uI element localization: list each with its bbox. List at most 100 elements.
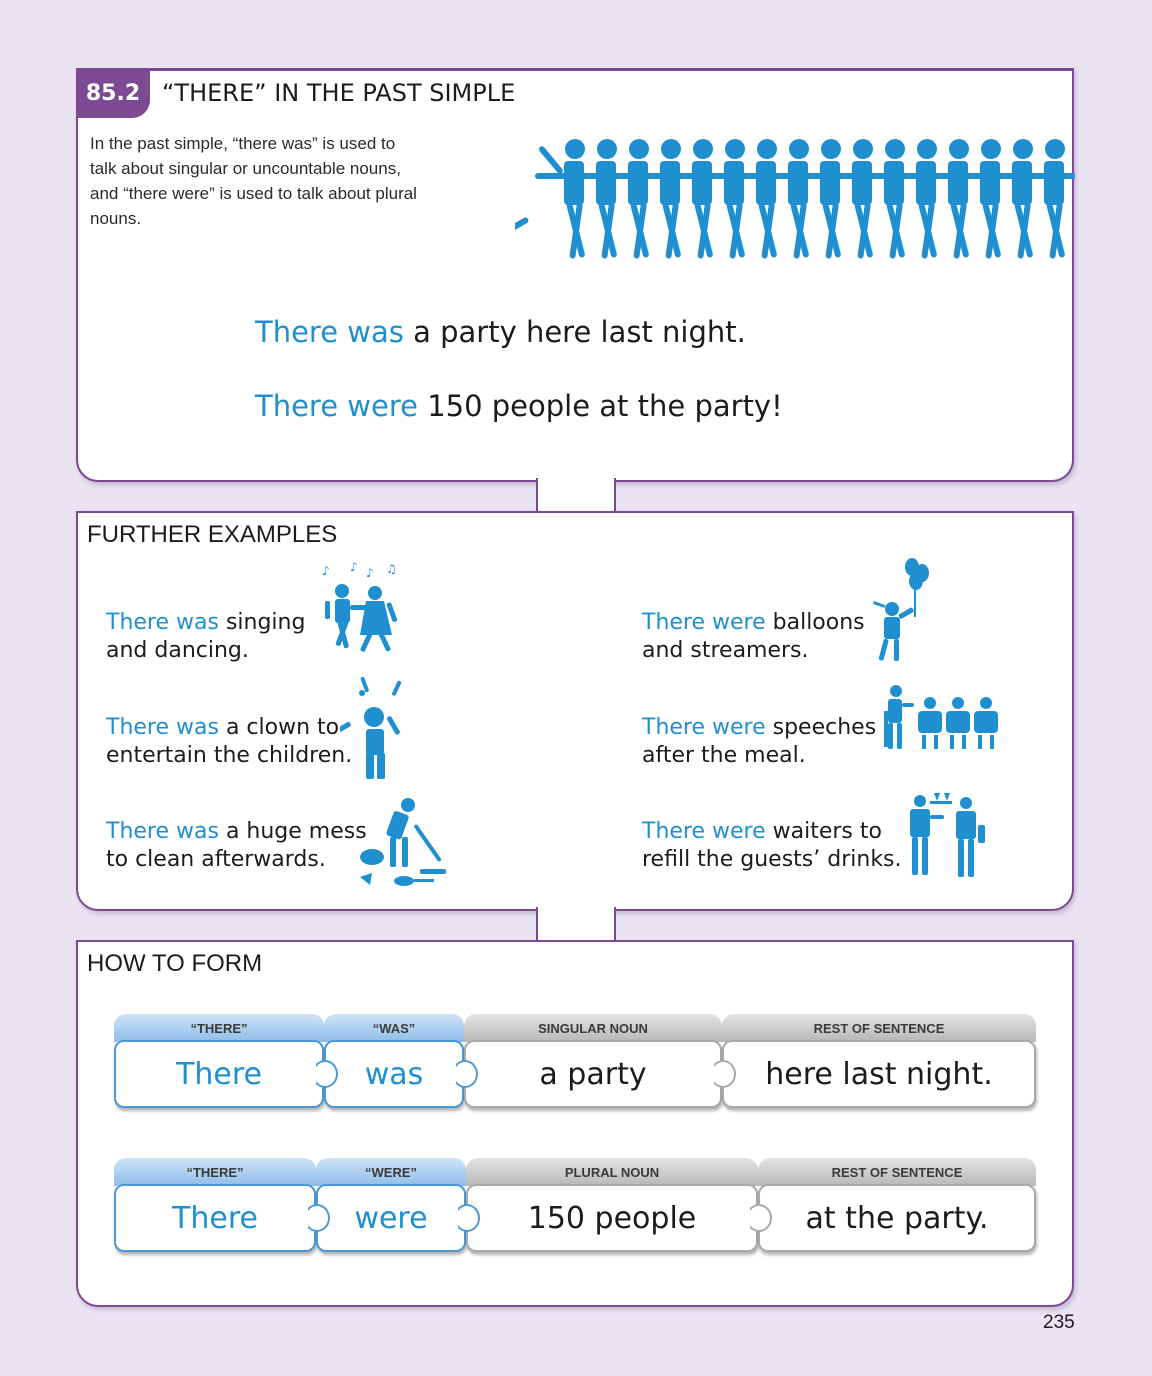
cleaning-mess-icon <box>360 798 446 886</box>
example-clown: There was a clown to entertain the child… <box>106 714 352 770</box>
dancer-shape <box>629 139 649 159</box>
intro-panel: 85.2 “THERE” IN THE PAST SIMPLE In the p… <box>76 68 1075 482</box>
further-examples-panel: FURTHER EXAMPLES There was singing and d… <box>76 511 1074 911</box>
section-title: “THERE” IN THE PAST SIMPLE <box>162 79 516 107</box>
dancer-shape <box>885 139 905 159</box>
puzzle-piece-noun: 150 people <box>466 1184 758 1252</box>
intro-text: In the past simple, “there was” is used … <box>90 134 417 228</box>
dancer-shape <box>515 217 529 244</box>
clown-juggling-icon <box>340 676 402 779</box>
example-keyword: There was <box>106 819 219 844</box>
balloons-icon <box>872 558 929 661</box>
dancer-shape <box>695 173 727 179</box>
page-number: 235 <box>1043 1312 1075 1333</box>
dancing-couple-icon: ♪ ♪ ♪ ♫ <box>322 561 398 652</box>
dancer-shape <box>727 173 759 179</box>
dancer-shape <box>663 173 695 179</box>
main-example-2: There were 150 people at the party! <box>255 389 783 423</box>
dancer-shape <box>538 146 563 174</box>
further-examples-title: FURTHER EXAMPLES <box>87 521 338 548</box>
puzzle-knob-mask <box>296 1202 308 1234</box>
example-text: singing <box>218 610 306 635</box>
dancer-shape <box>980 161 1000 205</box>
conga-line-dancers-illustration <box>515 139 1075 259</box>
dancer-shape <box>789 139 809 159</box>
example-text: a clown to <box>218 715 340 740</box>
dancer-shape <box>599 173 631 179</box>
example-mess: There was a huge mess to clean afterward… <box>106 818 367 874</box>
dancer-shape <box>567 173 599 179</box>
example-text: a huge mess <box>218 819 367 844</box>
main-example-rest: a party here last night. <box>403 315 746 349</box>
dancer-shape <box>821 139 841 159</box>
main-example-keyword: There were <box>255 389 418 423</box>
dancer-shape <box>855 173 887 179</box>
dancer-shape <box>853 139 873 159</box>
puzzle-piece-verb: was <box>324 1040 464 1108</box>
main-example-keyword: There was <box>255 315 404 349</box>
example-balloons: There were balloons and streamers. <box>642 609 865 665</box>
dancer-shape <box>981 139 1001 159</box>
puzzle-piece-there: There <box>114 1040 324 1108</box>
how-to-form-panel: HOW TO FORM “THERE” “WAS” SINGULAR NOUN … <box>76 940 1074 1307</box>
svg-text:♪: ♪ <box>322 564 330 578</box>
dancer-shape <box>823 173 855 179</box>
svg-text:♪: ♪ <box>366 566 374 580</box>
example-text: and dancing. <box>106 638 249 663</box>
column-label: REST OF SENTENCE <box>722 1014 1036 1042</box>
puzzle-knob-mask <box>702 1058 714 1090</box>
dancer-shape <box>660 161 680 205</box>
example-waiters: There were waiters to refill the guests’… <box>642 818 902 874</box>
example-text: balloons <box>765 610 865 635</box>
dancer-shape <box>564 161 584 205</box>
dancer-shape <box>759 173 791 179</box>
column-label: “THERE” <box>114 1014 324 1042</box>
example-text: to clean afterwards. <box>106 847 326 872</box>
dancer-shape <box>757 139 777 159</box>
puzzle-knob-mask <box>444 1058 456 1090</box>
how-to-form-title: HOW TO FORM <box>87 950 263 977</box>
speech-at-dinner-icon <box>884 685 998 749</box>
example-keyword: There were <box>642 715 766 740</box>
example-text: and streamers. <box>642 638 809 663</box>
dancer-shape <box>1045 139 1065 159</box>
dancer-shape <box>917 139 937 159</box>
dancer-shape <box>661 139 681 159</box>
dancer-shape <box>1044 161 1064 205</box>
example-keyword: There were <box>642 610 766 635</box>
column-label: “THERE” <box>114 1158 316 1186</box>
example-speeches: There were speeches after the meal. <box>642 714 876 770</box>
waiters-icon <box>910 793 985 877</box>
example-text: entertain the children. <box>106 743 353 768</box>
dancer-shape <box>596 161 616 205</box>
dancer-shape <box>1047 173 1075 179</box>
dancer-shape <box>951 173 983 179</box>
dancer-shape <box>852 161 872 205</box>
dancer-shape <box>628 161 648 205</box>
puzzle-knob-mask <box>446 1202 458 1234</box>
puzzle-piece-rest: here last night. <box>722 1040 1036 1108</box>
dancer-shape <box>919 173 951 179</box>
example-text: speeches <box>765 715 877 740</box>
column-label: PLURAL NOUN <box>466 1158 758 1186</box>
puzzle-piece-there: There <box>114 1184 316 1252</box>
dancer-shape <box>724 161 744 205</box>
column-label: SINGULAR NOUN <box>464 1014 722 1042</box>
puzzle-piece-rest: at the party. <box>758 1184 1036 1252</box>
column-label: “WAS” <box>324 1014 464 1042</box>
dancer-shape <box>725 139 745 159</box>
dancer-shape <box>887 173 919 179</box>
dancer-shape <box>597 139 617 159</box>
svg-text:♫: ♫ <box>386 562 397 576</box>
dancer-shape <box>948 161 968 205</box>
column-label: “WERE” <box>316 1158 466 1186</box>
dancer-shape <box>983 173 1015 179</box>
dancer-shape <box>791 173 823 179</box>
section-number-badge: 85.2 <box>76 68 150 118</box>
column-label: REST OF SENTENCE <box>758 1158 1036 1186</box>
puzzle-piece-noun: a party <box>464 1040 722 1108</box>
example-keyword: There were <box>642 819 766 844</box>
panel-connector <box>536 478 616 515</box>
dancer-shape <box>692 161 712 205</box>
puzzle-knob-mask <box>738 1202 750 1234</box>
